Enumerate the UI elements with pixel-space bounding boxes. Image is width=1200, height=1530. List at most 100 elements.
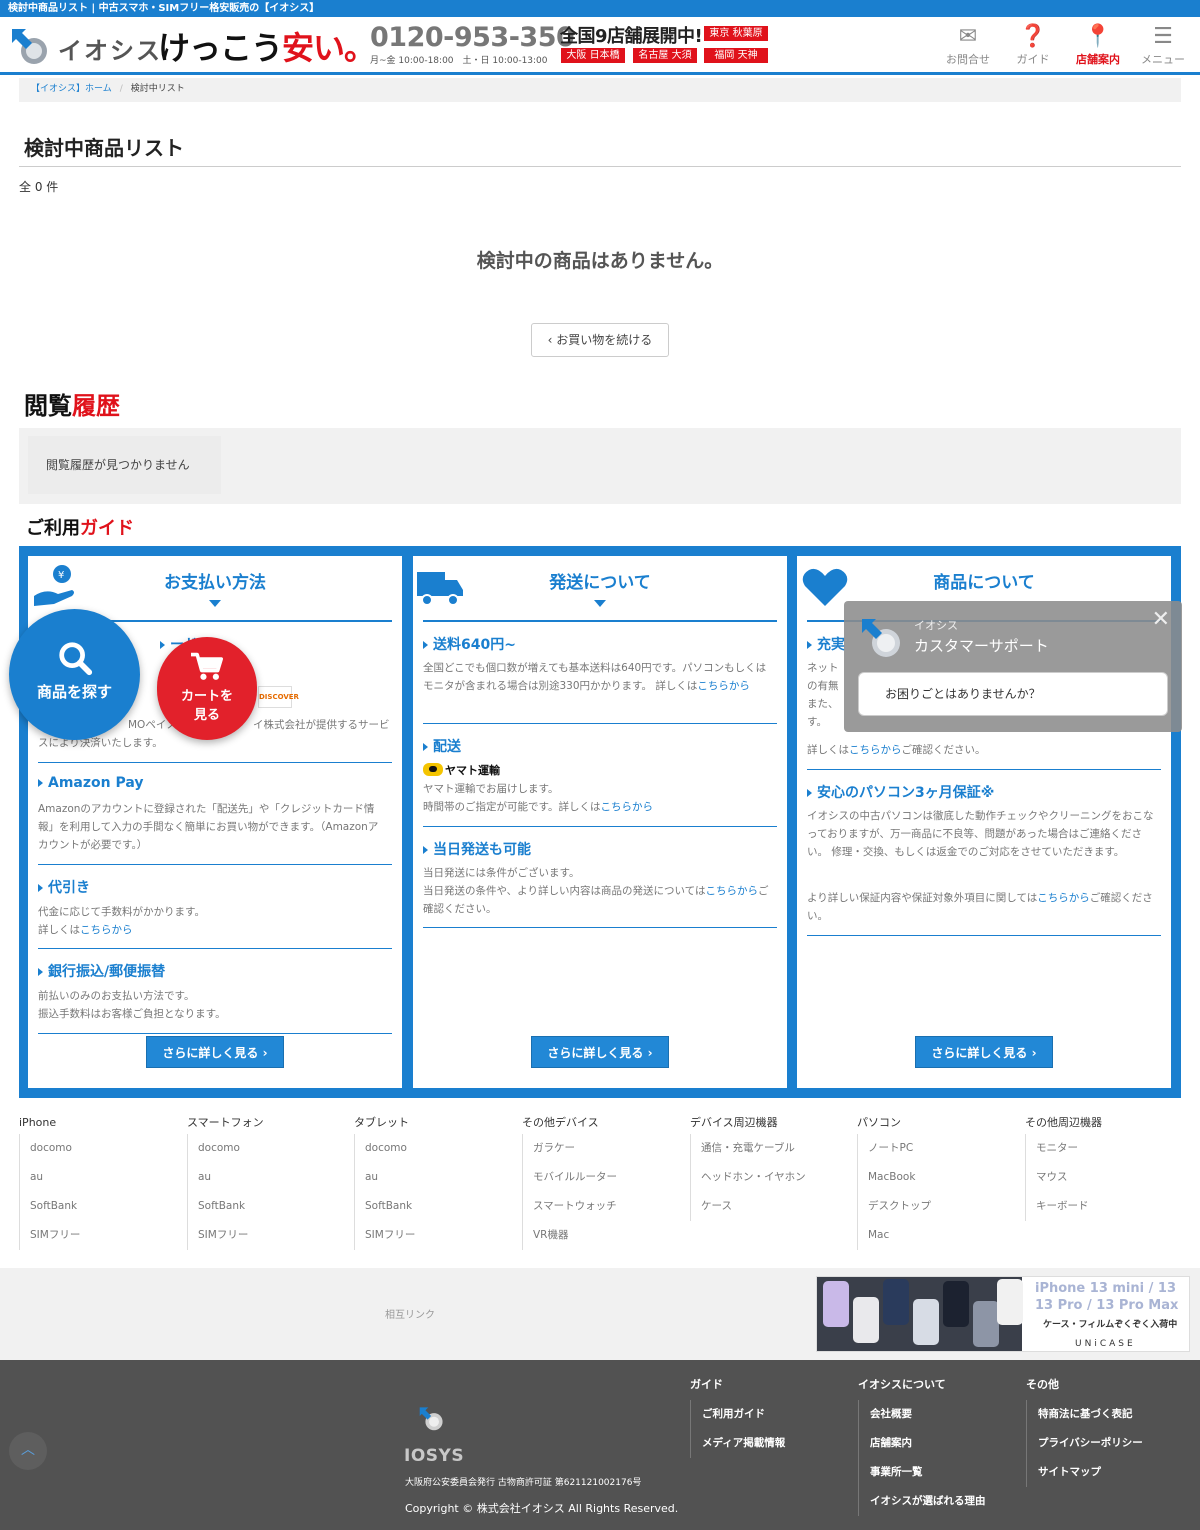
footer-logo-icon[interactable] (404, 1406, 464, 1446)
footer-link[interactable]: 会社概要 (870, 1400, 1018, 1429)
category-link[interactable]: docomo (30, 1134, 179, 1163)
breadcrumb-current: 検討中リスト (130, 84, 185, 94)
category-link[interactable]: モバイルルーター (533, 1163, 682, 1192)
store-tag-tenjin[interactable]: 福岡 天神 (704, 48, 768, 63)
guide-delivery-link[interactable]: こちらから (600, 801, 653, 813)
view-cart-label-a: カートを (180, 689, 233, 704)
view-cart-fab[interactable]: カートを 見る (157, 637, 257, 740)
category-link[interactable]: 通信・充電ケーブル (701, 1134, 850, 1163)
store-tag-akihabara[interactable]: 東京 秋葉原 (704, 26, 768, 41)
category-link[interactable]: au (365, 1163, 514, 1192)
logo-text[interactable]: イオシス (58, 31, 162, 66)
stores-title: 全国9店舗展開中! (560, 26, 703, 47)
support-chat-widget[interactable]: イオシス カスタマーサポート ✕ お困りごとはありませんか？ (844, 601, 1182, 732)
phone-case-image (997, 1279, 1023, 1325)
guide-pc-warranty-heading[interactable]: 安心のパソコン3ヶ月保証※ (807, 782, 994, 802)
continue-shopping-button[interactable]: ‹ お買い物を続ける (531, 323, 669, 357)
guide-fee-link[interactable]: こちらから (697, 680, 750, 692)
store-tag-nipponbashi[interactable]: 大阪 日本橋 (561, 48, 625, 63)
phone-case-image (943, 1281, 969, 1327)
category-link[interactable]: au (198, 1163, 347, 1192)
store-tag-osu[interactable]: 名古屋 大須 (633, 48, 697, 63)
footer-link[interactable]: 特商法に基づく表記 (1038, 1400, 1186, 1429)
footer-link[interactable]: 店舗案内 (870, 1429, 1018, 1458)
category-link[interactable]: スマートウォッチ (533, 1192, 682, 1221)
guide-bank-text-2: 振込手数料はお客様ご負担となります。 (38, 1008, 226, 1020)
history-title-b: 履歴 (72, 392, 120, 420)
logo-icon[interactable] (8, 25, 52, 69)
category-link[interactable]: docomo (365, 1134, 514, 1163)
guide-cod-heading[interactable]: 代引き (38, 877, 90, 897)
nav-stores[interactable]: 📍 店舗案内 (1066, 23, 1130, 67)
category-heading[interactable]: iPhone (19, 1114, 179, 1134)
nav-guide[interactable]: ❓ ガイド (1001, 23, 1065, 67)
phone-number[interactable]: 0120-953-350 (370, 22, 575, 53)
guide-quality-heading[interactable]: 充実 (807, 634, 845, 654)
footer-link[interactable]: 事業所一覧 (870, 1458, 1018, 1487)
category-link[interactable]: MacBook (868, 1163, 1017, 1192)
category-link[interactable]: ノートPC (868, 1134, 1017, 1163)
footer-link[interactable]: メディア掲載情報 (702, 1429, 850, 1458)
category-heading[interactable]: パソコン (857, 1114, 1017, 1134)
guide-divider (807, 935, 1161, 936)
guide-fee-heading[interactable]: 送料640円~ (423, 634, 516, 654)
shipping-more-button[interactable]: さらに詳しく見る › (531, 1036, 669, 1068)
guide-amazon-heading[interactable]: Amazon Pay (38, 775, 144, 791)
category-link[interactable]: SoftBank (365, 1192, 514, 1221)
category-link[interactable]: キーボード (1036, 1192, 1185, 1221)
category-link[interactable]: SoftBank (198, 1192, 347, 1221)
search-products-fab[interactable]: 商品を探す (9, 609, 140, 740)
guide-sameday-heading[interactable]: 当日発送も可能 (423, 839, 531, 859)
payment-more-button[interactable]: さらに詳しく見る › (146, 1036, 284, 1068)
category-link[interactable]: VR機器 (533, 1221, 682, 1250)
guide-bank-heading[interactable]: 銀行振込/郵便振替 (38, 961, 165, 981)
category-link[interactable]: SoftBank (30, 1192, 179, 1221)
guide-pc-warranty-text: イオシスの中古パソコンは徹底した動作チェックやクリーニングをおこなっておりますが… (807, 810, 1154, 858)
guide-sameday-link[interactable]: こちらから (705, 885, 758, 897)
category-heading[interactable]: その他デバイス (522, 1114, 682, 1134)
guide-cod-link[interactable]: こちらから (80, 924, 133, 936)
mutual-link-label: 相互リンク (385, 1310, 435, 1321)
category-link[interactable]: マウス (1036, 1163, 1185, 1192)
guide-quality-link[interactable]: こちらから (849, 744, 902, 756)
category-link[interactable]: SIMフリー (198, 1221, 347, 1250)
footer-link[interactable]: サイトマップ (1038, 1458, 1186, 1487)
guide-delivery-heading[interactable]: 配送 (423, 736, 461, 756)
item-count: 全 0 件 (19, 180, 59, 194)
category-link[interactable]: ガラケー (533, 1134, 682, 1163)
guide-divider (423, 927, 777, 928)
category-link[interactable]: ケース (701, 1192, 850, 1221)
chat-message[interactable]: お困りごとはありませんか？ (858, 672, 1168, 716)
nav-contact[interactable]: ✉ お問合せ (936, 23, 1000, 67)
category-link[interactable]: au (30, 1163, 179, 1192)
guide-shipping-heading[interactable]: 発送について (413, 568, 787, 593)
footer-link[interactable]: ご利用ガイド (702, 1400, 850, 1429)
category-link[interactable]: SIMフリー (365, 1221, 514, 1250)
product-more-button[interactable]: さらに詳しく見る › (915, 1036, 1053, 1068)
back-to-top-button[interactable]: ︿ (9, 1432, 47, 1470)
close-icon[interactable]: ✕ (1152, 609, 1170, 631)
category-link[interactable]: モニター (1036, 1134, 1185, 1163)
footer-link[interactable]: プライバシーポリシー (1038, 1429, 1186, 1458)
category-heading[interactable]: スマートフォン (187, 1114, 347, 1134)
category-link[interactable]: docomo (198, 1134, 347, 1163)
top-bar: 検討中商品リスト | 中古スマホ・SIMフリー格安販売の【イオシス】 (0, 0, 1200, 17)
category-heading[interactable]: その他周辺機器 (1025, 1114, 1185, 1134)
unicase-banner[interactable]: iPhone 13 mini / 13 13 Pro / 13 Pro Max … (816, 1276, 1190, 1352)
category-heading[interactable]: タブレット (354, 1114, 514, 1134)
footer-link[interactable]: イオシスが選ばれる理由 (870, 1487, 1018, 1516)
site-header: イオシス けっこう安い。 0120-953-350 月~金 10:00-18:0… (0, 17, 1200, 75)
category-heading[interactable]: デバイス周辺機器 (690, 1114, 850, 1134)
category-link[interactable]: SIMフリー (30, 1221, 179, 1250)
guide-pc-more-a: より詳しい保証内容や保証対象外項目に関しては (807, 892, 1038, 904)
guide-payment-heading[interactable]: お支払い方法 (28, 568, 402, 593)
category-link[interactable]: デスクトップ (868, 1192, 1017, 1221)
nav-menu[interactable]: ☰ メニュー (1131, 23, 1195, 67)
breadcrumb-home[interactable]: 【イオシス】ホーム (31, 84, 112, 94)
category-link[interactable]: ヘッドホン・イヤホン (701, 1163, 850, 1192)
guide-pc-link[interactable]: こちらから (1037, 892, 1090, 904)
category-link[interactable]: Mac (868, 1221, 1017, 1250)
footer-other-column: その他 特商法に基づく表記 プライバシーポリシー サイトマップ (1026, 1376, 1186, 1487)
guide-product-heading[interactable]: 商品について (797, 568, 1171, 593)
footer-about-column: イオシスについて 会社概要 店舗案内 事業所一覧 イオシスが選ばれる理由 (858, 1376, 1018, 1516)
